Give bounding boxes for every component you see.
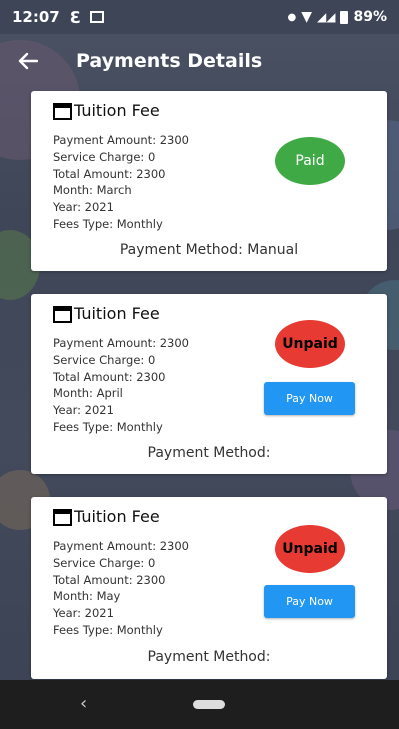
calendar-icon <box>53 508 72 526</box>
year: Year: 2021 <box>53 403 114 418</box>
payment-card-april: Tuition Fee Payment Amount: 2300 Service… <box>31 294 387 474</box>
month: Month: May <box>53 589 121 604</box>
fee-title: Tuition Fee <box>74 304 160 323</box>
payment-method: Payment Method: Manual <box>119 242 299 258</box>
signal-icon: ◢◢ <box>317 10 336 24</box>
home-pill-icon[interactable] <box>193 700 225 709</box>
month: Month: April <box>53 386 123 401</box>
status-badge-paid: Paid <box>275 137 345 185</box>
pay-now-button[interactable]: Pay Now <box>264 382 355 415</box>
fee-title: Tuition Fee <box>74 101 160 120</box>
fees-type: Fees Type: Monthly <box>53 622 163 637</box>
fees-type: Fees Type: Monthly <box>53 216 163 231</box>
calendar-icon <box>53 102 72 120</box>
back-button[interactable] <box>0 34 56 88</box>
month: Month: March <box>53 183 132 198</box>
payment-amount: Payment Amount: 2300 <box>53 336 189 350</box>
card-title: Tuition Fee <box>53 507 160 526</box>
system-nav-bar: ‹ <box>0 680 399 729</box>
fee-title: Tuition Fee <box>74 507 160 526</box>
payment-card-may: Tuition Fee Payment Amount: 2300 Service… <box>31 497 387 679</box>
status-badge-unpaid: Unpaid <box>275 320 345 368</box>
total-amount: Total Amount: 2300 <box>53 572 166 587</box>
card-title: Tuition Fee <box>53 101 160 120</box>
app-bar: Payments Details <box>0 34 399 88</box>
fees-type: Fees Type: Monthly <box>53 419 163 434</box>
dot-icon: ● <box>287 11 297 23</box>
year: Year: 2021 <box>53 200 114 215</box>
payment-amount: Payment Amount: 2300 <box>53 133 189 147</box>
calendar-icon <box>53 305 72 323</box>
image-notification-icon <box>89 11 104 23</box>
payment-method: Payment Method: <box>147 649 271 665</box>
year: Year: 2021 <box>53 606 114 621</box>
status-time: 12:07 <box>12 8 60 26</box>
service-charge: Service Charge: 0 <box>53 149 156 164</box>
status-bar: 12:07 ℇ ● ▼ ◢◢ 89% <box>0 0 399 34</box>
total-amount: Total Amount: 2300 <box>53 369 166 384</box>
payment-details: Payment Amount: 2300 Service Charge: 0 T… <box>53 538 189 639</box>
chevron-left-icon[interactable]: ‹ <box>80 693 87 714</box>
total-amount: Total Amount: 2300 <box>53 166 166 181</box>
battery-icon <box>340 10 349 24</box>
status-badge-unpaid: Unpaid <box>275 525 345 573</box>
page-title: Payments Details <box>76 50 263 72</box>
battery-percent: 89% <box>353 9 387 25</box>
service-charge: Service Charge: 0 <box>53 555 156 570</box>
pay-now-button[interactable]: Pay Now <box>264 585 355 618</box>
payment-method: Payment Method: <box>147 445 271 461</box>
card-title: Tuition Fee <box>53 304 160 323</box>
arrow-back-icon <box>18 52 38 70</box>
payment-details: Payment Amount: 2300 Service Charge: 0 T… <box>53 335 189 436</box>
service-charge: Service Charge: 0 <box>53 352 156 367</box>
payment-card-march: Tuition Fee Payment Amount: 2300 Service… <box>31 91 387 271</box>
wifi-icon: ▼ <box>301 9 313 25</box>
payment-details: Payment Amount: 2300 Service Charge: 0 T… <box>53 132 189 233</box>
payment-amount: Payment Amount: 2300 <box>53 539 189 553</box>
app-notification-icon: ℇ <box>69 7 80 27</box>
